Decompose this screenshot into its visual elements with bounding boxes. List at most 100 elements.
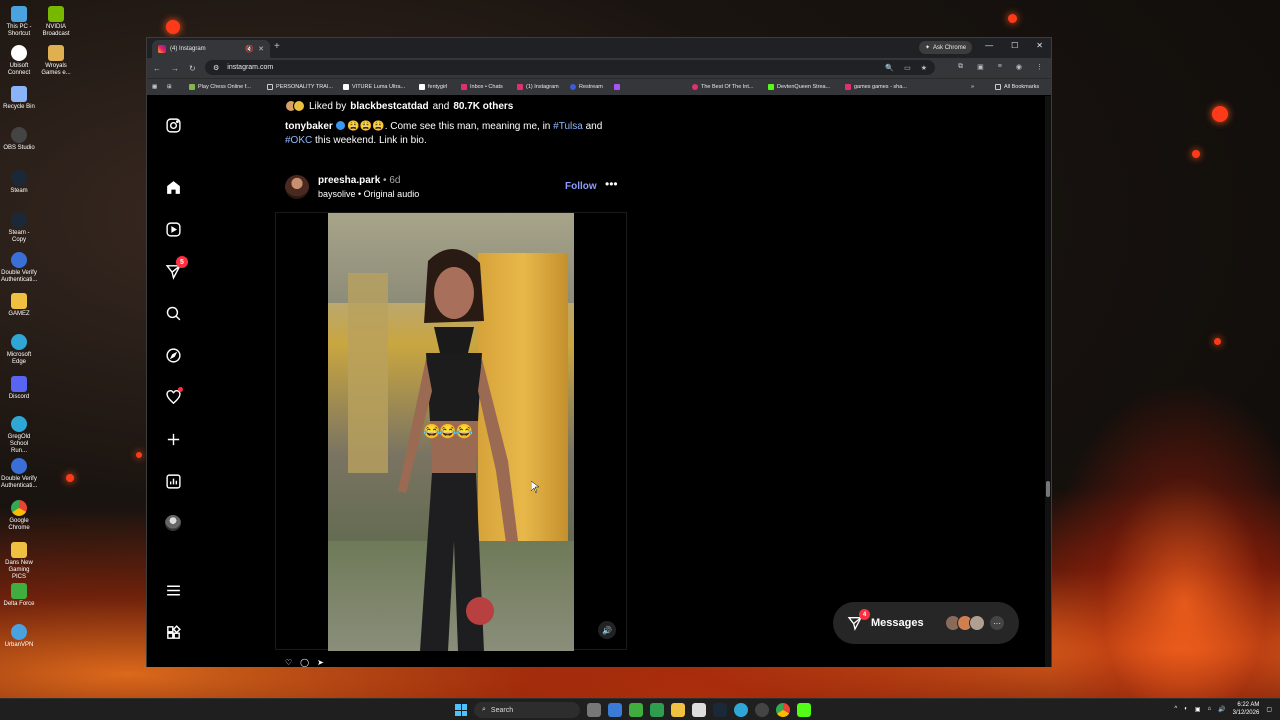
tab-audio-icon[interactable]: 🔇 [245,45,254,53]
bookmark-item[interactable]: The Best Of The Int... [692,84,753,90]
desktop-icon-double-verify-2[interactable]: Double Verify Authenticati... [1,458,37,490]
direct-messages-icon[interactable]: 5 [164,256,188,280]
bookmarks-overflow-icon[interactable]: » [971,84,974,90]
hashtag-link[interactable]: #OKC [285,135,312,146]
ask-chrome-button[interactable]: ✦ Ask Chrome [919,41,973,54]
tray-app-icon[interactable]: ◐ [1184,706,1188,712]
reload-icon[interactable]: ↻ [189,64,196,73]
sidepanel-icon[interactable]: ▣ [977,63,984,71]
liked-by-user[interactable]: blackbestcatdad [350,101,428,112]
back-icon[interactable]: ← [153,64,161,73]
desktop-icon-ubisoft-connect[interactable]: Ubisoft Connect [1,45,37,77]
all-bookmarks[interactable]: All Bookmarks [995,84,1039,90]
desktop-icon-this-pc[interactable]: This PC - Shortcut [1,6,37,38]
taskbar-search[interactable]: ⌕ Search [474,702,580,718]
obs-icon[interactable] [755,703,769,717]
likes-count[interactable]: 80.7K others [453,101,513,112]
zoom-icon[interactable]: 🔍 [885,64,894,72]
taskbar-clock[interactable]: 6:22 AM 3/12/2026 [1233,701,1260,717]
task-view-icon[interactable] [587,703,601,717]
apps-icon[interactable]: ▦ [152,84,157,90]
reels-icon[interactable] [164,220,182,238]
follow-button[interactable]: Follow [565,181,597,192]
bookmark-item[interactable]: (1) Instagram [517,84,559,90]
bookmark-item[interactable] [614,84,620,90]
home-icon[interactable] [164,178,182,196]
post-options-button[interactable]: ••• [605,177,618,191]
bookmark-item[interactable]: fentygirl [419,84,447,90]
chrome-icon[interactable] [776,703,790,717]
start-button-icon[interactable] [455,704,467,716]
page-scrollbar[interactable] [1045,96,1051,667]
notepad-icon[interactable] [692,703,706,717]
more-menu-icon[interactable] [164,581,182,599]
like-icon[interactable]: ♡ [285,658,292,667]
desktop-icon-google-chrome[interactable]: Google Chrome [1,500,37,532]
bookmark-star-icon[interactable]: ★ [921,64,927,72]
create-icon[interactable] [164,430,182,448]
tab-close-icon[interactable]: ✕ [258,45,264,53]
media-icon[interactable]: ≡ [998,63,1002,71]
desktop-icon-delta-force[interactable]: Delta Force [1,583,37,608]
desktop-icon-gamez[interactable]: GAMEZ [1,293,37,318]
desktop-icon-dans-gaming-pics[interactable]: Dans New Gaming PICS [1,542,37,581]
address-bar[interactable]: ⚙ instagram.com 🔍 ▭ ★ [205,60,935,75]
bookmark-item[interactable]: VITURE Luma Ultra... [343,84,405,90]
settings-icon[interactable] [608,703,622,717]
cast-icon[interactable]: ▭ [904,64,911,72]
tray-app-icon[interactable]: ▣ [1195,706,1201,713]
file-explorer-icon[interactable] [671,703,685,717]
notifications-icon[interactable]: ▢ [1266,706,1272,713]
desktop-icon-obs-studio[interactable]: OBS Studio [1,127,37,152]
bookmark-item[interactable]: games games - sha... [845,84,907,90]
steam-icon[interactable] [713,703,727,717]
also-from-meta-icon[interactable] [164,623,182,641]
extensions-icon[interactable]: ⧉ [958,63,963,71]
desktop-icon-double-verify[interactable]: Double Verify Authenticati... [1,252,37,284]
desktop-icon-recycle-bin[interactable]: Recycle Bin [1,86,37,111]
comment-icon[interactable]: ◯ [300,658,309,667]
desktop-icon-steam-copy[interactable]: Steam - Copy [1,212,37,244]
caption-username[interactable]: tonybaker [285,121,333,132]
maximize-icon[interactable]: ☐ [1011,41,1018,50]
network-icon[interactable]: ⌂ [1208,706,1212,712]
bookmark-item[interactable]: PERSONALITY TRAI... [267,84,333,90]
app-icon[interactable] [797,703,811,717]
share-icon[interactable]: ➤ [317,658,324,667]
desktop-icon-wroyals-games[interactable]: Wroyals Games e... [38,45,74,77]
media-player-icon[interactable] [629,703,643,717]
desktop-icon-gregold-school[interactable]: GregOld School Run... [1,416,37,455]
desktop-icon-urbanvpn[interactable]: UrbanVPN [1,624,37,649]
tab-instagram[interactable]: (4) Instagram 🔇 ✕ [152,40,270,58]
scrollbar-thumb[interactable] [1046,481,1050,497]
bookmark-item[interactable]: Inbox • Chats [461,84,503,90]
heart-icon[interactable] [164,387,183,406]
bookmark-item[interactable]: Play Chess Online f... [189,84,251,90]
desktop-icon-steam[interactable]: Steam [1,170,37,195]
desktop-icon-discord[interactable]: Discord [1,376,37,401]
volume-icon[interactable]: 🔊 [1218,706,1225,713]
profile-avatar[interactable] [164,514,182,532]
dashboard-icon[interactable] [164,472,182,490]
desktop-icon-microsoft-edge[interactable]: Microsoft Edge [1,334,37,366]
edge-icon[interactable] [734,703,748,717]
bookmark-item[interactable]: Restream [570,84,603,90]
hashtag-link[interactable]: #Tulsa [553,121,583,132]
tray-overflow-icon[interactable]: ^ [1174,706,1177,712]
tab-groups-icon[interactable]: ⊞ [167,84,172,90]
app-icon[interactable] [650,703,664,717]
instagram-logo-icon[interactable] [164,116,182,134]
search-icon[interactable] [164,304,182,322]
menu-icon[interactable]: ⋮ [1036,63,1043,71]
forward-icon[interactable]: → [171,64,179,73]
mute-toggle-button[interactable]: 🔊 [598,621,616,639]
minimize-icon[interactable]: — [985,41,993,50]
post-username[interactable]: preesha.park [318,175,380,186]
profile-icon[interactable]: ◉ [1016,63,1022,71]
post-media[interactable]: 😂😂😂 🔊 [275,212,627,651]
site-info-icon[interactable]: ⚙ [213,64,219,72]
post-audio-link[interactable]: baysolive • Original audio [318,189,419,199]
bookmark-item[interactable]: DevtenQueen Strea... [768,84,830,90]
reel-video[interactable]: 😂😂😂 [328,213,574,651]
close-window-icon[interactable]: ✕ [1036,41,1043,50]
